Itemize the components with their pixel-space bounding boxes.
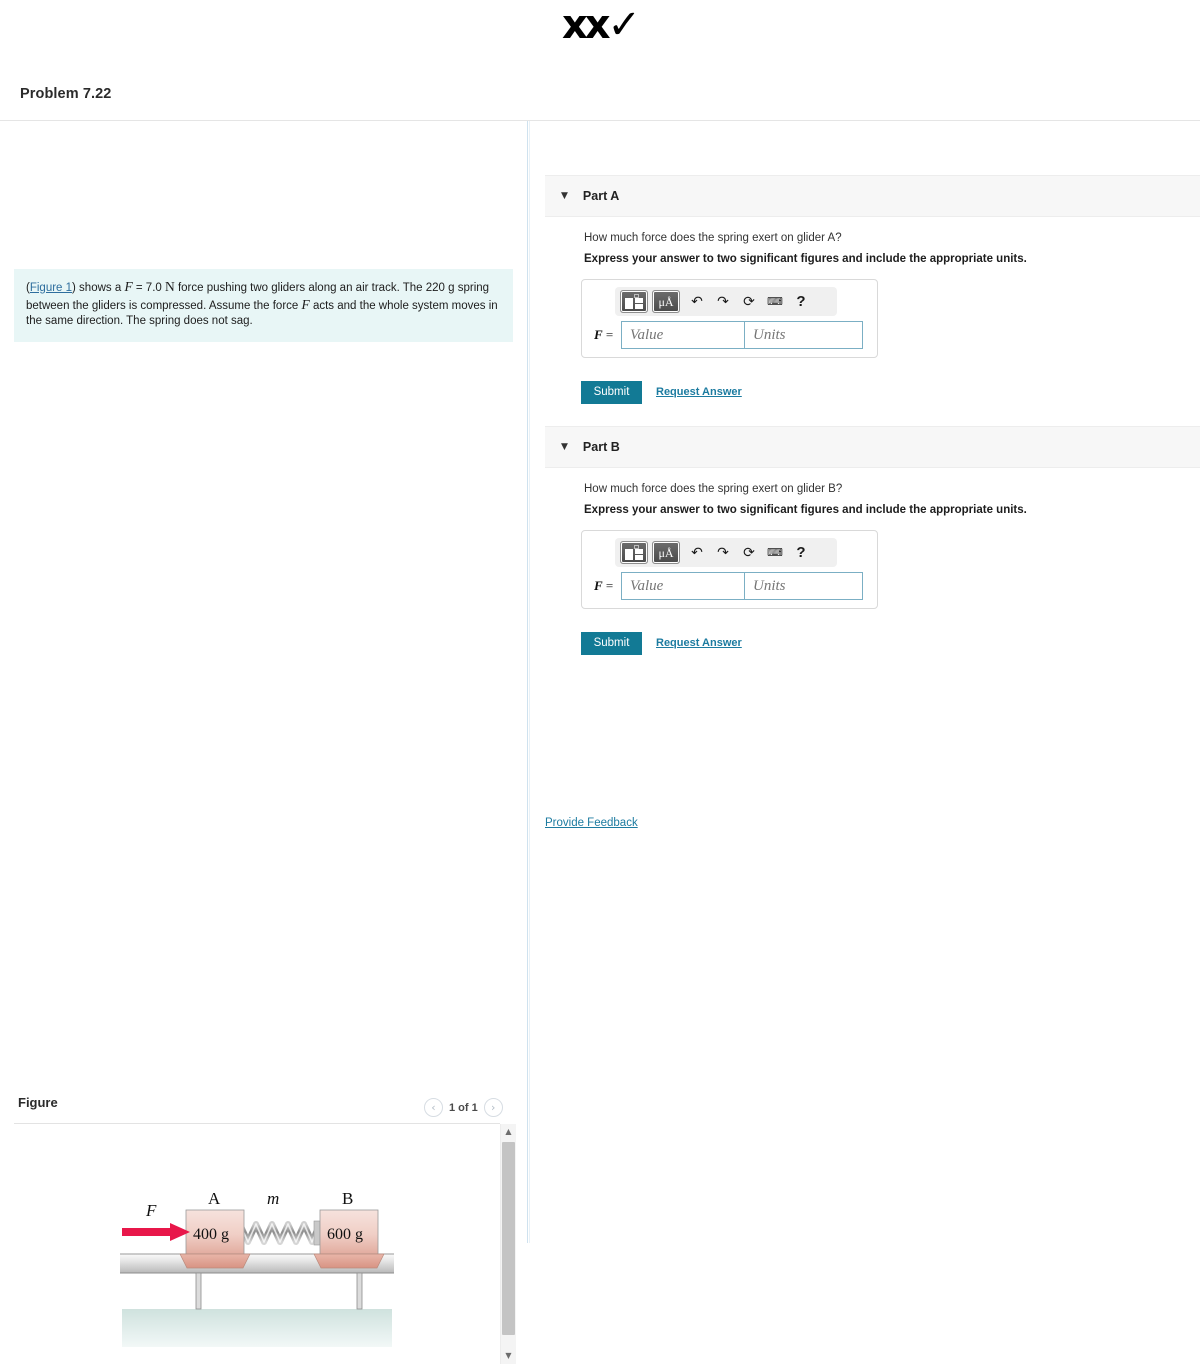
keyboard-icon[interactable]: ⌨ <box>762 292 788 312</box>
keyboard-icon[interactable]: ⌨ <box>762 543 788 563</box>
part-b-collapse-caret-icon[interactable]: ▼ <box>561 442 568 452</box>
part-a-toolbar: μÅ ↶ ↷ ⟳ ⌨ ? <box>615 287 837 316</box>
part-a-label: Part A <box>582 189 620 203</box>
air-track-diagram: F A m B 400 g 600 g <box>120 1189 394 1347</box>
problem-statement: (Figure 1) shows a F = 7.0 N force pushi… <box>14 269 513 342</box>
spring-label: m <box>267 1189 279 1208</box>
part-b-units-input[interactable] <box>745 572 863 600</box>
part-header-a[interactable]: ▼ Part A <box>545 175 1200 217</box>
redo-icon[interactable]: ↷ <box>710 543 736 563</box>
scrollbar-up-arrow-icon[interactable]: ▲ <box>501 1124 516 1140</box>
scrollbar-thumb[interactable] <box>502 1142 515 1335</box>
figure-scrollbar[interactable]: ▲ ▼ <box>500 1124 516 1364</box>
part-header-b[interactable]: ▼ Part B <box>545 426 1200 468</box>
figure-pager: ‹ 1 of 1 › <box>424 1098 503 1117</box>
force-value: = 7.0 <box>132 282 165 294</box>
help-icon[interactable]: ? <box>788 543 814 563</box>
part-a-answer-box: μÅ ↶ ↷ ⟳ ⌨ ? F = <box>581 279 878 358</box>
part-b-submit-button[interactable]: Submit <box>581 632 642 655</box>
force-symbol: F <box>124 279 133 294</box>
left-panel: (Figure 1) shows a F = 7.0 N force pushi… <box>0 121 527 1364</box>
force-unit: N <box>165 279 175 294</box>
redo-icon[interactable]: ↷ <box>710 292 736 312</box>
figure-canvas[interactable]: F A m B 400 g 600 g <box>14 1124 500 1364</box>
part-a-value-input[interactable] <box>621 321 745 349</box>
page-title: Problem 7.22 <box>20 86 112 102</box>
figure-next-button[interactable]: › <box>483 1098 503 1117</box>
part-a-instruction: Express your answer to two significant f… <box>584 253 1027 265</box>
math-template-icon[interactable] <box>620 290 648 313</box>
figure-1-link[interactable]: Figure 1 <box>30 282 72 294</box>
units-icon[interactable]: μÅ <box>652 541 680 564</box>
part-b-field-row: F = <box>594 572 863 600</box>
scrollbar-down-arrow-icon[interactable]: ▼ <box>501 1348 516 1364</box>
glider-b-label: B <box>342 1189 353 1208</box>
force-label: F <box>145 1201 157 1220</box>
units-icon[interactable]: μÅ <box>652 290 680 313</box>
glider-a-label: A <box>208 1189 221 1208</box>
undo-icon[interactable]: ↶ <box>684 543 710 563</box>
part-a-field-row: F = <box>594 321 863 349</box>
part-b-answer-box: μÅ ↶ ↷ ⟳ ⌨ ? F = <box>581 530 878 609</box>
glider-a-mass: 400 g <box>193 1226 229 1243</box>
figure-section-title: Figure <box>18 1095 58 1110</box>
reset-icon[interactable]: ⟳ <box>736 543 762 563</box>
part-b-instruction: Express your answer to two significant f… <box>584 504 1027 516</box>
part-a-field-label: F = <box>594 327 614 342</box>
force-symbol-2: F <box>301 296 310 312</box>
part-b-question: How much force does the spring exert on … <box>584 483 843 495</box>
glider-b-mass: 600 g <box>327 1226 363 1243</box>
right-panel: ▼ Part A How much force does the spring … <box>530 121 1200 1243</box>
part-a-collapse-caret-icon[interactable]: ▼ <box>561 191 568 201</box>
provide-feedback-link[interactable]: Provide Feedback <box>545 817 638 829</box>
part-b-field-label: F = <box>594 578 614 593</box>
grading-mark: xx✓ <box>561 2 641 48</box>
part-b-toolbar: μÅ ↶ ↷ ⟳ ⌨ ? <box>615 538 837 567</box>
part-a-request-answer-link[interactable]: Request Answer <box>656 386 742 398</box>
panel-divider <box>527 121 528 1243</box>
part-b-label: Part B <box>582 440 620 454</box>
statement-pre: ) shows a <box>72 282 125 294</box>
part-b-request-answer-link[interactable]: Request Answer <box>656 637 742 649</box>
math-template-icon[interactable] <box>620 541 648 564</box>
force-arrow-icon <box>122 1223 190 1241</box>
part-a-submit-button[interactable]: Submit <box>581 381 642 404</box>
undo-icon[interactable]: ↶ <box>684 292 710 312</box>
figure-counter: 1 of 1 <box>449 1101 478 1114</box>
reset-icon[interactable]: ⟳ <box>736 292 762 312</box>
part-b-value-input[interactable] <box>621 572 745 600</box>
help-icon[interactable]: ? <box>788 292 814 312</box>
part-a-question: How much force does the spring exert on … <box>584 232 842 244</box>
figure-prev-button[interactable]: ‹ <box>424 1098 443 1117</box>
part-a-units-input[interactable] <box>745 321 863 349</box>
